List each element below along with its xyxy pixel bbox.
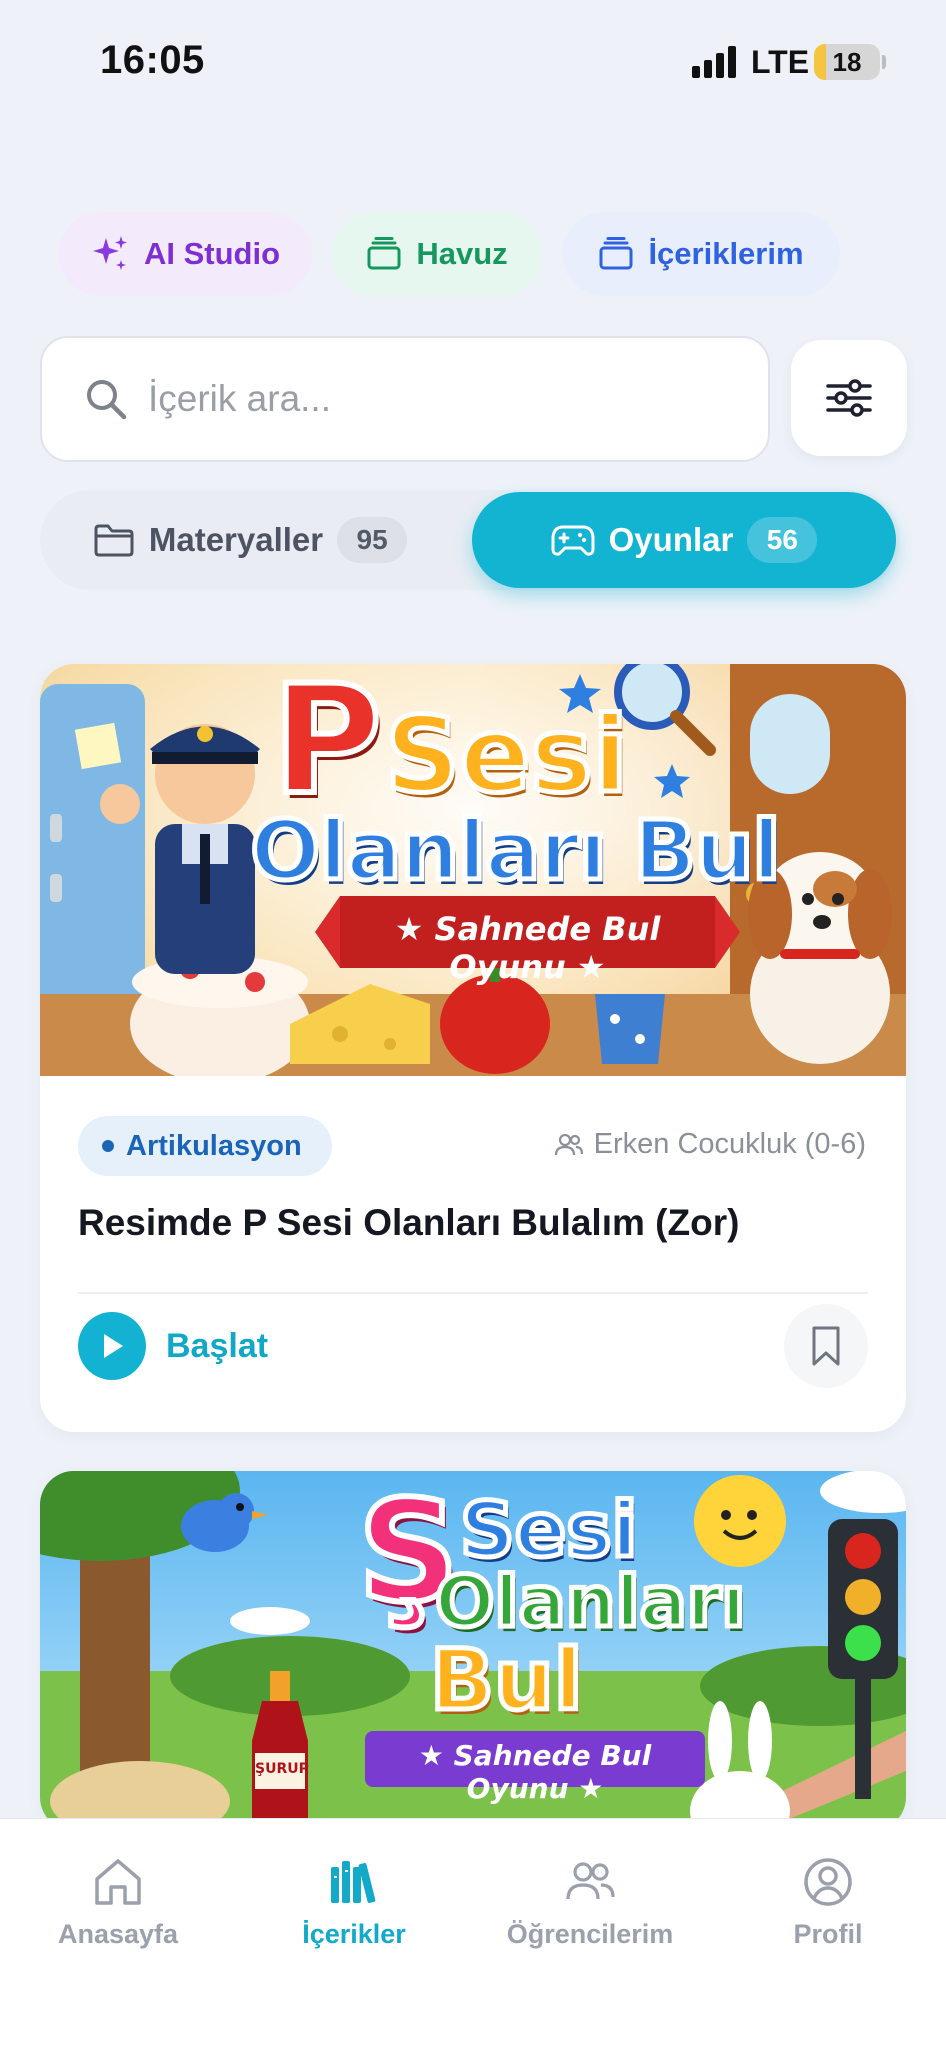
nav-students-label: Öğrencilerim [506,1919,674,1949]
nav-home[interactable]: Anasayfa [18,1855,218,1950]
content-type-tabs: Materyaller 95 Oyunlar 56 [40,490,900,590]
pool-label: Havuz [416,236,508,271]
users-icon [566,1862,615,1900]
battery-percent: 18 [832,47,862,77]
tab-materials[interactable]: Materyaller 95 [40,490,460,590]
users-icon [554,1133,583,1155]
image-title-line3: Bul [428,1629,586,1732]
game-thumbnail: Ş Sesi Olanları Bul ★ Sahnede Bul Oyunu … [40,1471,906,1831]
audience-info: Erken Cocukluk (0-6) [554,1128,866,1161]
status-time: 16:05 [100,38,205,82]
search-input[interactable] [148,378,708,420]
bookmark-icon [812,1326,840,1366]
pool-button[interactable]: Havuz [332,212,542,296]
category-label: Artikulasyon [126,1129,302,1162]
my-contents-label: İçeriklerim [648,236,804,271]
stack-icon [599,237,633,270]
ai-studio-button[interactable]: AI Studio [58,212,312,296]
sliders-icon [826,379,872,417]
battery-cap [882,55,886,69]
network-label: LTE [751,44,810,80]
bottle-label: ŞURUP [255,1761,309,1777]
search-bar [40,336,770,462]
my-contents-button[interactable]: İçeriklerim [562,212,840,296]
card-divider [78,1292,868,1294]
category-tag: Artikulasyon [78,1116,332,1176]
battery-icon: 18 [814,44,880,80]
folder-icon [94,524,134,557]
ai-studio-label: AI Studio [143,236,281,271]
game-card[interactable]: P Sesi Olanları Bul ★ Sahnede Bul Oyunu … [40,664,906,1432]
library-icon [331,1861,376,1903]
filter-button[interactable] [791,340,907,456]
tab-games[interactable]: Oyunlar 56 [472,492,896,588]
nav-contents-label: İçerikler [302,1919,406,1949]
materials-count: 95 [337,517,408,563]
audience-label: Erken Cocukluk (0-6) [593,1128,866,1160]
nav-students[interactable]: Öğrencilerim [490,1855,690,1950]
image-subtitle: ★ Sahnede Bul Oyunu ★ [394,910,661,986]
search-icon [87,380,127,420]
play-icon [78,1312,146,1380]
start-button[interactable]: Başlat [78,1312,268,1380]
stack-icon [367,237,401,270]
signal-icon [692,46,740,78]
image-subtitle: ★ Sahnede Bul Oyunu ★ [418,1739,652,1805]
image-title-line2: Olanları Bul [248,802,783,902]
card-title: Resimde P Sesi Olanları Bulalım (Zor) [78,1202,740,1243]
bottom-navigation: Anasayfa İçerikler Öğrencilerim Profil [0,1818,946,2048]
start-label: Başlat [166,1326,269,1365]
tag-dot [102,1140,114,1152]
tab-games-label: Oyunlar [608,521,734,558]
nav-profile-label: Profil [793,1919,863,1949]
bookmark-button[interactable] [784,1304,868,1388]
nav-contents[interactable]: İçerikler [254,1855,454,1950]
image-title-word: Sesi [383,692,631,819]
nav-profile[interactable]: Profil [728,1855,928,1950]
home-icon [95,1859,141,1905]
tab-materials-label: Materyaller [148,521,324,558]
sparkle-icon [92,236,127,270]
profile-icon [804,1858,852,1906]
status-bar: 16:05 LTE 18 [0,0,946,120]
gamepad-icon [551,525,595,556]
games-count: 56 [747,517,818,563]
game-card[interactable]: Ş Sesi Olanları Bul ★ Sahnede Bul Oyunu … [40,1471,906,1831]
game-thumbnail: P Sesi Olanları Bul ★ Sahnede Bul Oyunu … [40,664,906,1076]
nav-home-label: Anasayfa [57,1919,179,1949]
